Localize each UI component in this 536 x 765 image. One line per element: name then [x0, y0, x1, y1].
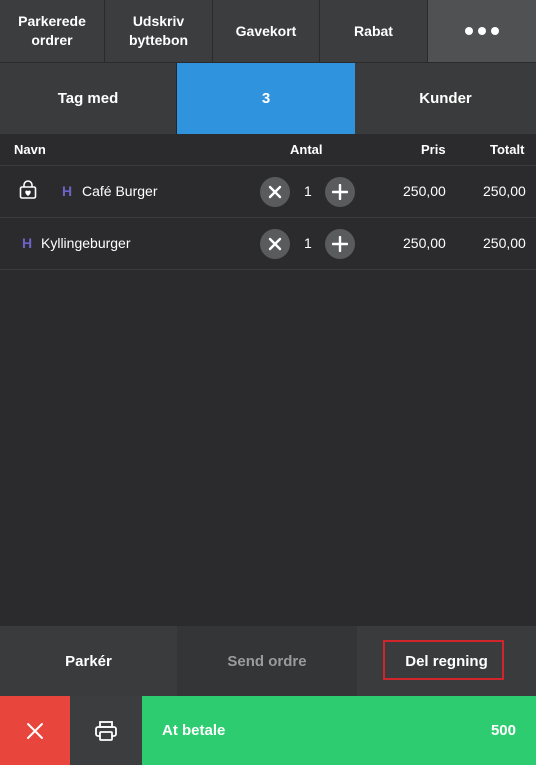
- guest-count-tab[interactable]: 3: [177, 63, 355, 134]
- close-icon: [268, 185, 282, 199]
- item-qty: 1: [304, 235, 312, 251]
- split-bill-button[interactable]: Del regning: [357, 626, 536, 696]
- item-total: 250,00: [483, 183, 526, 199]
- payment-bar: At betale 500: [0, 696, 536, 765]
- discount-button[interactable]: Rabat: [320, 0, 428, 62]
- order-mode-bar: Tag med 3 Kunder: [0, 63, 536, 134]
- printer-icon: [95, 720, 117, 741]
- park-button[interactable]: Parkér: [0, 626, 177, 696]
- cancel-order-button[interactable]: [0, 696, 70, 765]
- menu-marker: H: [22, 235, 33, 251]
- item-name: Café Burger: [82, 183, 158, 199]
- pay-amount: 500: [490, 722, 516, 739]
- top-toolbar: Parkerede ordrer Udskriv byttebon Gaveko…: [0, 0, 536, 62]
- print-button[interactable]: [70, 696, 142, 765]
- pay-button[interactable]: At betale 500: [142, 696, 536, 765]
- header-total: Totalt: [490, 142, 525, 157]
- remove-item-button[interactable]: [260, 229, 290, 259]
- customers-tab[interactable]: Kunder: [355, 63, 536, 134]
- pay-label: At betale: [162, 722, 226, 739]
- header-name: Navn: [14, 142, 46, 157]
- bag-heart-icon: [19, 180, 37, 199]
- gift-card-button[interactable]: Gavekort: [213, 0, 320, 62]
- order-table-header: Navn Antal Pris Totalt: [0, 134, 536, 166]
- order-actions-bar: Parkér Send ordre Del regning: [0, 626, 536, 696]
- item-price: 250,00: [403, 235, 446, 251]
- plus-icon: [332, 184, 348, 200]
- menu-marker: H: [62, 183, 73, 199]
- item-name: Kyllingeburger: [41, 235, 131, 251]
- remove-item-button[interactable]: [260, 177, 290, 207]
- increase-qty-button[interactable]: [325, 229, 355, 259]
- order-line[interactable]: H Kyllingeburger 1 250,00 250,00: [0, 218, 536, 270]
- order-line[interactable]: H Café Burger 1 250,00 250,00: [0, 166, 536, 218]
- item-qty: 1: [304, 183, 312, 199]
- highlight-box: [383, 640, 504, 680]
- item-total: 250,00: [483, 235, 526, 251]
- header-price: Pris: [421, 142, 446, 157]
- more-button[interactable]: [428, 0, 536, 62]
- more-dots-icon: [465, 27, 499, 35]
- takeaway-tab[interactable]: Tag med: [0, 63, 177, 134]
- close-icon: [27, 722, 43, 739]
- item-price: 250,00: [403, 183, 446, 199]
- parked-orders-button[interactable]: Parkerede ordrer: [0, 0, 105, 62]
- close-icon: [268, 237, 282, 251]
- send-order-button[interactable]: Send ordre: [177, 626, 357, 696]
- increase-qty-button[interactable]: [325, 177, 355, 207]
- header-qty: Antal: [290, 142, 323, 157]
- plus-icon: [332, 236, 348, 252]
- print-exchange-receipt-button[interactable]: Udskriv byttebon: [105, 0, 213, 62]
